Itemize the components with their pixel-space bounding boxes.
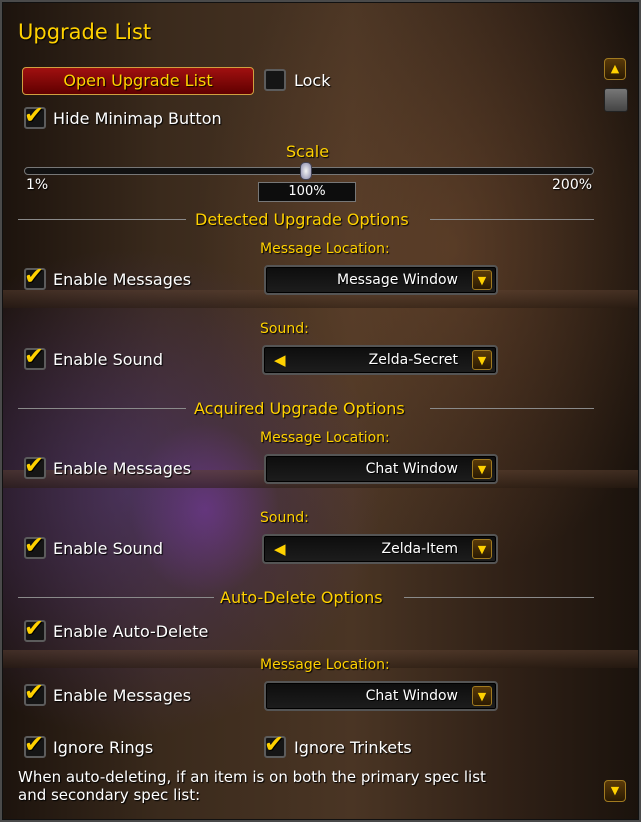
scale-min-label: 1% [26, 177, 49, 193]
hide-minimap-checkbox[interactable]: ✔ [24, 103, 46, 129]
dropdown-value: Zelda-Secret [368, 352, 458, 368]
scroll-down-icon[interactable]: ▼ [604, 780, 626, 802]
hide-minimap-label: Hide Minimap Button [53, 109, 222, 128]
acquired-enable-sound-label: Enable Sound [53, 539, 163, 558]
acquired-message-location-label: Message Location: [260, 430, 390, 446]
acquired-message-location-dropdown[interactable]: Chat Window ▼ [264, 454, 498, 484]
dropdown-value: Chat Window [365, 688, 458, 704]
checkmark-icon: ✔ [24, 730, 45, 758]
acquired-section-title: Acquired Upgrade Options [194, 399, 405, 418]
detected-message-location-label: Message Location: [260, 241, 390, 257]
detected-enable-sound-label: Enable Sound [53, 350, 163, 369]
detected-sound-dropdown[interactable]: ◀ Zelda-Secret ▼ [262, 345, 498, 375]
detected-message-location-dropdown[interactable]: Message Window ▼ [264, 265, 498, 295]
checkmark-icon: ✔ [24, 262, 45, 290]
detected-enable-sound-checkbox[interactable]: ✔ [24, 344, 46, 370]
acquired-enable-messages-checkbox[interactable]: ✔ [24, 453, 46, 479]
scale-value-input[interactable]: 100% [258, 182, 356, 202]
checkmark-icon: ✔ [24, 678, 45, 706]
detected-section-title: Detected Upgrade Options [195, 210, 409, 229]
scale-max-label: 200% [552, 177, 593, 193]
checkmark-icon: ✔ [264, 730, 285, 758]
checkmark-icon: ✔ [24, 101, 45, 129]
detected-enable-messages-checkbox[interactable]: ✔ [24, 264, 46, 290]
scale-title: Scale [286, 142, 330, 161]
section-divider [404, 597, 594, 598]
scale-slider-thumb[interactable] [300, 162, 312, 180]
ignore-trinkets-checkbox[interactable]: ✔ [264, 732, 286, 758]
autodelete-enable-messages-checkbox[interactable]: ✔ [24, 680, 46, 706]
acquired-enable-sound-checkbox[interactable]: ✔ [24, 533, 46, 559]
detected-enable-messages-label: Enable Messages [53, 270, 192, 289]
autodelete-message-location-dropdown[interactable]: Chat Window ▼ [264, 681, 498, 711]
checkmark-icon: ✔ [24, 451, 45, 479]
dropdown-value: Message Window [336, 272, 458, 288]
enable-autodelete-label: Enable Auto-Delete [53, 622, 209, 641]
detected-sound-label: Sound: [260, 321, 309, 337]
ignore-rings-checkbox[interactable]: ✔ [24, 732, 46, 758]
checkmark-icon: ✔ [24, 614, 45, 642]
ignore-rings-label: Ignore Rings [53, 738, 154, 757]
autodelete-message-location-label: Message Location: [260, 657, 390, 673]
open-upgrade-list-button[interactable]: Open Upgrade List [22, 67, 254, 95]
scroll-up-icon[interactable]: ▲ [604, 58, 626, 80]
autodelete-description: When auto-deleting, if an item is on bot… [18, 768, 486, 804]
chevron-down-icon[interactable]: ▼ [472, 686, 492, 706]
page-title: Upgrade List [18, 20, 152, 44]
chevron-down-icon[interactable]: ▼ [472, 350, 492, 370]
autodelete-section-title: Auto-Delete Options [220, 588, 383, 607]
lock-checkbox[interactable] [264, 69, 286, 91]
autodelete-enable-messages-label: Enable Messages [53, 686, 192, 705]
section-divider [430, 408, 594, 409]
acquired-enable-messages-label: Enable Messages [53, 459, 192, 478]
scrollbar[interactable]: ▲ ▼ [602, 58, 630, 808]
chevron-down-icon[interactable]: ▼ [472, 539, 492, 559]
ignore-trinkets-label: Ignore Trinkets [294, 738, 412, 757]
speaker-icon[interactable]: ◀ [274, 540, 286, 558]
section-divider [18, 408, 186, 409]
chevron-down-icon[interactable]: ▼ [472, 270, 492, 290]
checkmark-icon: ✔ [24, 531, 45, 559]
checkmark-icon: ✔ [24, 342, 45, 370]
section-divider [18, 219, 186, 220]
section-divider [18, 597, 214, 598]
dropdown-value: Chat Window [365, 461, 458, 477]
chevron-down-icon[interactable]: ▼ [472, 459, 492, 479]
enable-autodelete-checkbox[interactable]: ✔ [24, 616, 46, 642]
scrollbar-thumb[interactable] [604, 88, 628, 112]
acquired-sound-dropdown[interactable]: ◀ Zelda-Item ▼ [262, 534, 498, 564]
section-divider [430, 219, 594, 220]
speaker-icon[interactable]: ◀ [274, 351, 286, 369]
acquired-sound-label: Sound: [260, 510, 309, 526]
lock-label: Lock [294, 71, 331, 90]
dropdown-value: Zelda-Item [381, 541, 458, 557]
